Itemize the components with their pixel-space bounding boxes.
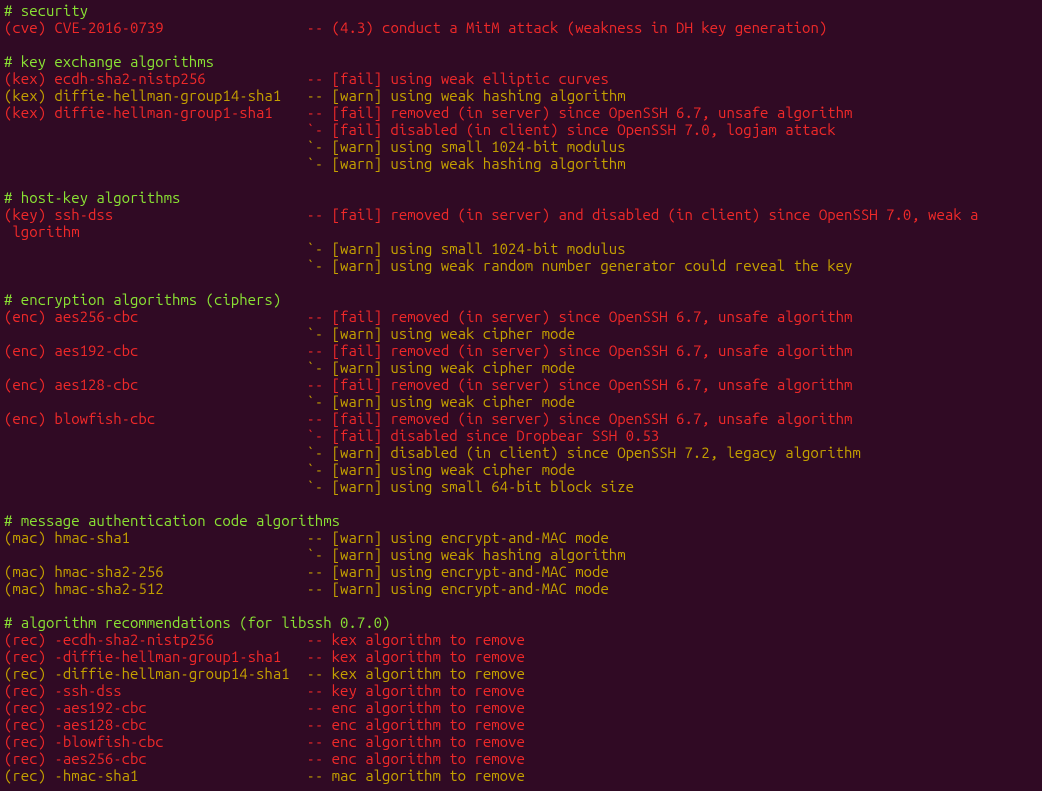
continuation-line: `- [warn] using small 1024-bit modulus <box>4 240 626 257</box>
section-header: # host-key algorithms <box>4 189 180 206</box>
entry-line: (kex) diffie-hellman-group1-sha1 -- [fai… <box>4 104 852 121</box>
section-header: # message authentication code algorithms <box>4 512 340 529</box>
entry-line: (rec) -aes128-cbc -- enc algorithm to re… <box>4 716 533 733</box>
continuation-line: `- [fail] disabled since Dropbear SSH 0.… <box>4 427 659 444</box>
continuation-line: `- [warn] using weak random number gener… <box>4 257 852 274</box>
entry-line: (kex) diffie-hellman-group14-sha1 -- [wa… <box>4 87 626 104</box>
entry-line: (rec) -diffie-hellman-group1-sha1 -- kex… <box>4 648 533 665</box>
entry-line: (enc) aes192-cbc -- [fail] removed (in s… <box>4 342 852 359</box>
section-header: # encryption algorithms (ciphers) <box>4 291 281 308</box>
entry-line: (mac) hmac-sha2-512 -- [warn] using encr… <box>4 580 609 597</box>
continuation-line: `- [warn] using weak cipher mode <box>4 461 575 478</box>
continuation-line: `- [warn] using weak cipher mode <box>4 325 575 342</box>
continuation-line: `- [fail] disabled (in client) since Ope… <box>4 121 836 138</box>
entry-line: (rec) -aes192-cbc -- enc algorithm to re… <box>4 699 533 716</box>
entry-line: (rec) -hmac-sha1 -- mac algorithm to rem… <box>4 767 533 784</box>
entry-line: (enc) aes128-cbc -- [fail] removed (in s… <box>4 376 852 393</box>
continuation-line: `- [warn] using weak cipher mode <box>4 393 575 410</box>
entry-line: (rec) -ssh-dss -- key algorithm to remov… <box>4 682 533 699</box>
continuation-line: `- [warn] using weak hashing algorithm <box>4 155 626 172</box>
entry-line: (mac) hmac-sha2-256 -- [warn] using encr… <box>4 563 609 580</box>
section-header: # security <box>4 2 88 19</box>
entry-line: (mac) hmac-sha1 -- [warn] using encrypt-… <box>4 529 609 546</box>
entry-line: (rec) -blowfish-cbc -- enc algorithm to … <box>4 733 533 750</box>
entry-line: (enc) blowfish-cbc -- [fail] removed (in… <box>4 410 852 427</box>
continuation-line: `- [warn] disabled (in client) since Ope… <box>4 444 861 461</box>
entry-line: (key) ssh-dss -- [fail] removed (in serv… <box>4 206 978 223</box>
continuation-line: `- [warn] using weak cipher mode <box>4 359 575 376</box>
entry-line: (cve) CVE-2016-0739 -- (4.3) conduct a M… <box>4 19 827 36</box>
entry-line: (enc) aes256-cbc -- [fail] removed (in s… <box>4 308 852 325</box>
entry-line: (kex) ecdh-sha2-nistp256 -- [fail] using… <box>4 70 609 87</box>
continuation-line: `- [warn] using weak hashing algorithm <box>4 546 626 563</box>
continuation-line: `- [warn] using small 64-bit block size <box>4 478 634 495</box>
terminal-output: # security (cve) CVE-2016-0739 -- (4.3) … <box>0 0 1042 786</box>
entry-line-wrap: lgorithm <box>4 223 80 240</box>
entry-line: (rec) -aes256-cbc -- enc algorithm to re… <box>4 750 533 767</box>
section-header: # algorithm recommendations (for libssh … <box>4 614 390 631</box>
continuation-line: `- [warn] using small 1024-bit modulus <box>4 138 626 155</box>
entry-line: (rec) -ecdh-sha2-nistp256 -- kex algorit… <box>4 631 533 648</box>
section-header: # key exchange algorithms <box>4 53 214 70</box>
entry-line: (rec) -diffie-hellman-group14-sha1 -- ke… <box>4 665 533 682</box>
